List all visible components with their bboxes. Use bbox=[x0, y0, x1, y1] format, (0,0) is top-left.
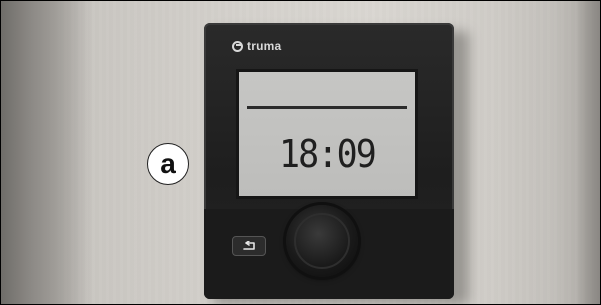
lcd-time-readout: 18:09 bbox=[278, 132, 377, 176]
rotary-knob-icon bbox=[294, 213, 350, 269]
brand-logo: truma bbox=[232, 39, 281, 53]
wall-shadow-left bbox=[1, 1, 93, 304]
lcd-display: 18:09 bbox=[236, 69, 418, 199]
lcd-divider-line bbox=[247, 106, 407, 109]
brand-logo-text: truma bbox=[247, 39, 282, 53]
brand-logo-icon bbox=[232, 40, 243, 52]
rotary-knob[interactable] bbox=[286, 205, 358, 277]
callout-label-text: a bbox=[160, 148, 176, 179]
wall-shadow-right bbox=[576, 1, 600, 304]
photo-frame: a truma 18:09 bbox=[0, 0, 601, 305]
return-arrow-icon bbox=[243, 241, 255, 250]
control-panel-device: truma 18:09 bbox=[204, 23, 454, 299]
back-button[interactable] bbox=[232, 236, 266, 256]
callout-label-badge: a bbox=[147, 143, 189, 185]
